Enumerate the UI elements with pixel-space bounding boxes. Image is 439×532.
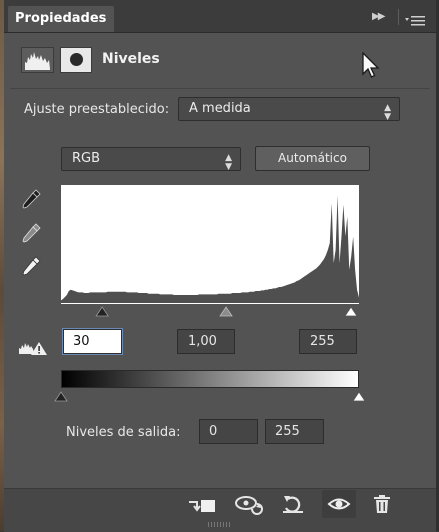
preset-label: Ajuste preestablecido:: [24, 102, 170, 117]
histogram: [61, 185, 359, 304]
input-slider-track: [61, 304, 359, 318]
channel-value: RGB: [72, 151, 101, 166]
levels-adjustment-icon[interactable]: [21, 47, 54, 73]
mouse-cursor-icon: [362, 51, 380, 80]
output-gradient-bar: [61, 370, 359, 388]
divider: [10, 88, 430, 89]
chevron-updown-icon: ▲ ▼: [225, 153, 232, 172]
panel-menu-icon[interactable]: [405, 12, 427, 26]
trash-icon[interactable]: [371, 493, 393, 515]
chevron-updown-icon: ▲ ▼: [384, 103, 391, 122]
layer-mask-icon[interactable]: [60, 47, 92, 73]
divider: [398, 9, 399, 25]
input-white-field[interactable]: 255: [299, 329, 357, 354]
view-previous-state-icon[interactable]: [232, 493, 266, 515]
tab-properties[interactable]: Propiedades: [8, 6, 114, 32]
preset-value: A medida: [189, 101, 251, 116]
output-black-slider[interactable]: [54, 391, 68, 402]
output-black-field[interactable]: 0: [199, 419, 258, 444]
output-levels-label: Niveles de salida:: [66, 425, 181, 440]
preset-dropdown[interactable]: A medida ▲ ▼: [178, 97, 400, 122]
eyedropper-black-icon[interactable]: [19, 187, 43, 211]
visibility-eye-icon[interactable]: [327, 494, 351, 514]
auto-button[interactable]: Automático: [255, 146, 370, 171]
black-point-slider[interactable]: [95, 306, 109, 317]
eyedropper-white-icon[interactable]: [19, 254, 43, 278]
output-white-field[interactable]: 255: [265, 419, 324, 444]
input-black-field[interactable]: 30: [63, 329, 122, 354]
channel-dropdown[interactable]: RGB ▲ ▼: [61, 147, 241, 172]
histogram-fill: [61, 195, 359, 303]
white-point-slider[interactable]: [344, 306, 358, 317]
eyedropper-gray-icon[interactable]: [19, 221, 43, 245]
clipping-warning-icon[interactable]: [18, 339, 48, 357]
collapse-panel-icon[interactable]: ▶▶: [372, 11, 392, 25]
input-gamma-field[interactable]: 1,00: [177, 329, 235, 354]
gamma-slider[interactable]: [219, 306, 233, 317]
output-slider-track: [53, 389, 367, 403]
clip-to-layer-icon[interactable]: [185, 494, 219, 516]
histogram-graph: [61, 195, 359, 303]
output-white-slider[interactable]: [352, 391, 366, 402]
resize-grip[interactable]: [208, 522, 232, 527]
panel-title: Niveles: [102, 51, 160, 67]
reset-icon[interactable]: [280, 493, 306, 515]
